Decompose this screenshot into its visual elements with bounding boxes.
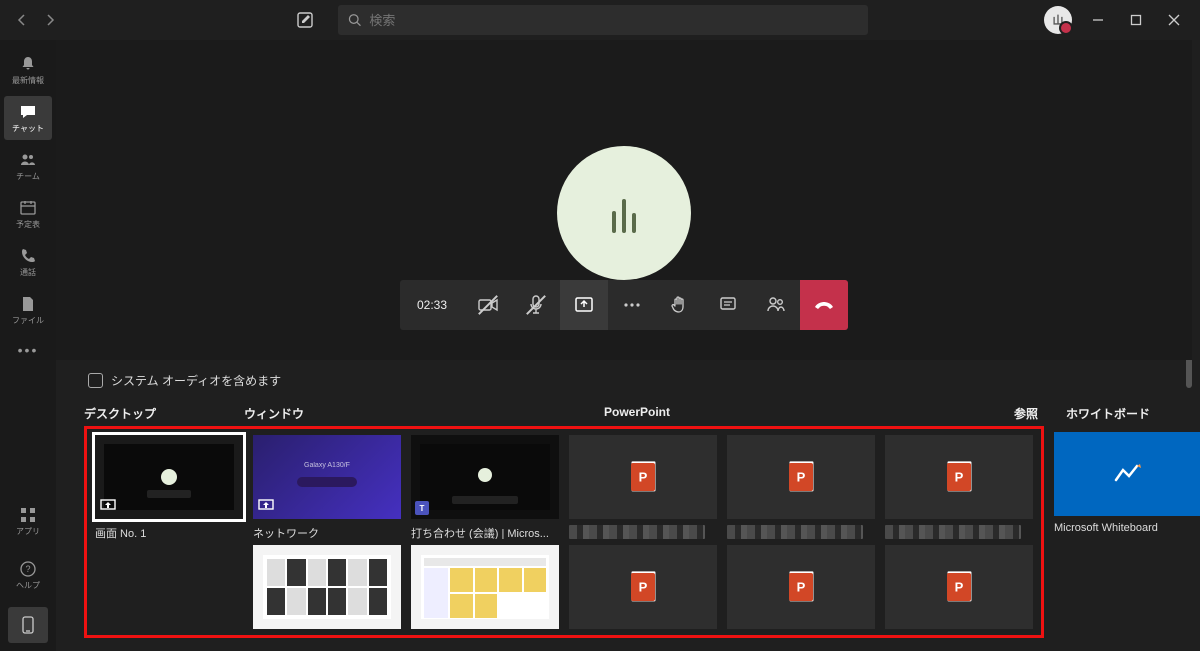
whiteboard-icon [1113, 462, 1143, 486]
close-button[interactable] [1164, 10, 1184, 30]
powerpoint-icon [631, 573, 655, 601]
app-icon [257, 497, 275, 515]
chat-icon [719, 296, 737, 314]
cat-browse[interactable]: 参照 [984, 405, 1038, 422]
sidebar-label: チーム [16, 171, 40, 182]
checkbox-icon [88, 373, 103, 388]
sidebar-device[interactable] [8, 607, 48, 643]
sidebar-label: 通話 [20, 267, 36, 278]
powerpoint-icon [947, 463, 971, 491]
chat-panel-button[interactable] [704, 280, 752, 330]
cat-powerpoint: PowerPoint [604, 405, 984, 422]
sidebar-label: 予定表 [16, 219, 40, 230]
hand-icon [671, 295, 689, 315]
participants-button[interactable] [752, 280, 800, 330]
sidebar-more[interactable]: ••• [18, 342, 39, 358]
share-thumb-ppt-4[interactable] [569, 545, 717, 629]
share-thumb-ppt-5[interactable] [727, 545, 875, 629]
svg-text:?: ? [25, 564, 30, 574]
share-thumb-network[interactable]: Galaxy A130/F ネットワーク [253, 435, 401, 539]
mic-off-icon [528, 295, 544, 315]
share-thumb-ppt-1[interactable] [569, 435, 717, 539]
share-thumb-explorer-1[interactable] [253, 545, 401, 629]
mic-toggle[interactable] [512, 280, 560, 330]
share-thumb-explorer-2[interactable] [411, 545, 559, 629]
help-icon: ? [19, 560, 37, 578]
thumb-label: 画面 No. 1 [95, 525, 243, 539]
sidebar-label: ヘルプ [16, 580, 40, 591]
calendar-icon [19, 199, 37, 217]
sidebar-label: 最新情報 [12, 75, 44, 86]
thumb-label: ネットワーク [253, 525, 401, 539]
search-input[interactable] [369, 13, 858, 28]
search-icon [348, 13, 361, 27]
sidebar-item-teams[interactable]: チーム [4, 144, 52, 188]
more-actions-button[interactable] [608, 280, 656, 330]
hangup-button[interactable] [800, 280, 848, 330]
teams-icon [19, 151, 37, 169]
sidebar-item-calls[interactable]: 通話 [4, 240, 52, 284]
cat-desktop: デスクトップ [84, 405, 244, 422]
file-icon [19, 295, 37, 313]
thumb-label: 打ち合わせ (会議) | Micros... [411, 525, 559, 539]
bell-icon [19, 55, 37, 73]
powerpoint-icon [947, 573, 971, 601]
sidebar-item-files[interactable]: ファイル [4, 288, 52, 332]
share-thumb-ppt-3[interactable] [885, 435, 1033, 539]
sidebar-label: ファイル [12, 315, 44, 326]
thumb-label: Microsoft Whiteboard [1054, 522, 1200, 536]
powerpoint-icon [789, 573, 813, 601]
sidebar-item-activity[interactable]: 最新情報 [4, 48, 52, 92]
share-thumb-ppt-6[interactable] [885, 545, 1033, 629]
nav-forward[interactable] [40, 10, 60, 30]
audio-checkbox-label: システム オーディオを含めます [111, 372, 281, 389]
people-icon [766, 296, 786, 314]
share-thumb-meeting[interactable]: T 打ち合わせ (会議) | Micros... [411, 435, 559, 539]
sidebar-item-chat[interactable]: チャット [4, 96, 52, 140]
minimize-button[interactable] [1088, 10, 1108, 30]
share-thumb-screen1[interactable]: 画面 No. 1 [95, 435, 243, 539]
raise-hand-button[interactable] [656, 280, 704, 330]
thumb-label [885, 525, 1021, 539]
share-thumb-ppt-2[interactable] [727, 435, 875, 539]
sidebar-item-apps[interactable]: アプリ [4, 499, 52, 543]
compose-button[interactable] [290, 5, 320, 35]
device-icon [20, 615, 36, 635]
call-timer: 02:33 [400, 280, 464, 330]
sidebar-label: チャット [12, 123, 44, 134]
monitor-icon [99, 497, 117, 515]
teams-app-icon: T [415, 501, 429, 515]
powerpoint-icon [631, 463, 655, 491]
include-system-audio[interactable]: システム オーディオを含めます [88, 372, 1164, 389]
audio-equalizer-icon [612, 193, 636, 233]
sidebar-item-help[interactable]: ? ヘルプ [4, 553, 52, 597]
ellipsis-icon [623, 302, 641, 308]
powerpoint-icon [789, 463, 813, 491]
camera-toggle[interactable] [464, 280, 512, 330]
hangup-icon [813, 299, 835, 311]
camera-off-icon [478, 297, 498, 313]
cat-whiteboard: ホワイトボード [1066, 405, 1150, 422]
search-box[interactable] [338, 5, 868, 35]
apps-icon [19, 506, 37, 524]
share-screen-button[interactable] [560, 280, 608, 330]
maximize-button[interactable] [1126, 10, 1146, 30]
phone-icon [19, 247, 37, 265]
nav-back[interactable] [12, 10, 32, 30]
thumb-label [727, 525, 863, 539]
call-toolbar: 02:33 [400, 280, 848, 330]
share-icon [574, 296, 594, 314]
chat-icon [19, 103, 37, 121]
participant-avatar [557, 146, 691, 280]
cat-window: ウィンドウ [244, 405, 604, 422]
sidebar-label: アプリ [16, 526, 40, 537]
user-avatar[interactable]: 山 [1044, 6, 1072, 34]
share-thumb-whiteboard[interactable]: Microsoft Whiteboard [1054, 432, 1200, 536]
sidebar-item-calendar[interactable]: 予定表 [4, 192, 52, 236]
thumb-label [569, 525, 705, 539]
